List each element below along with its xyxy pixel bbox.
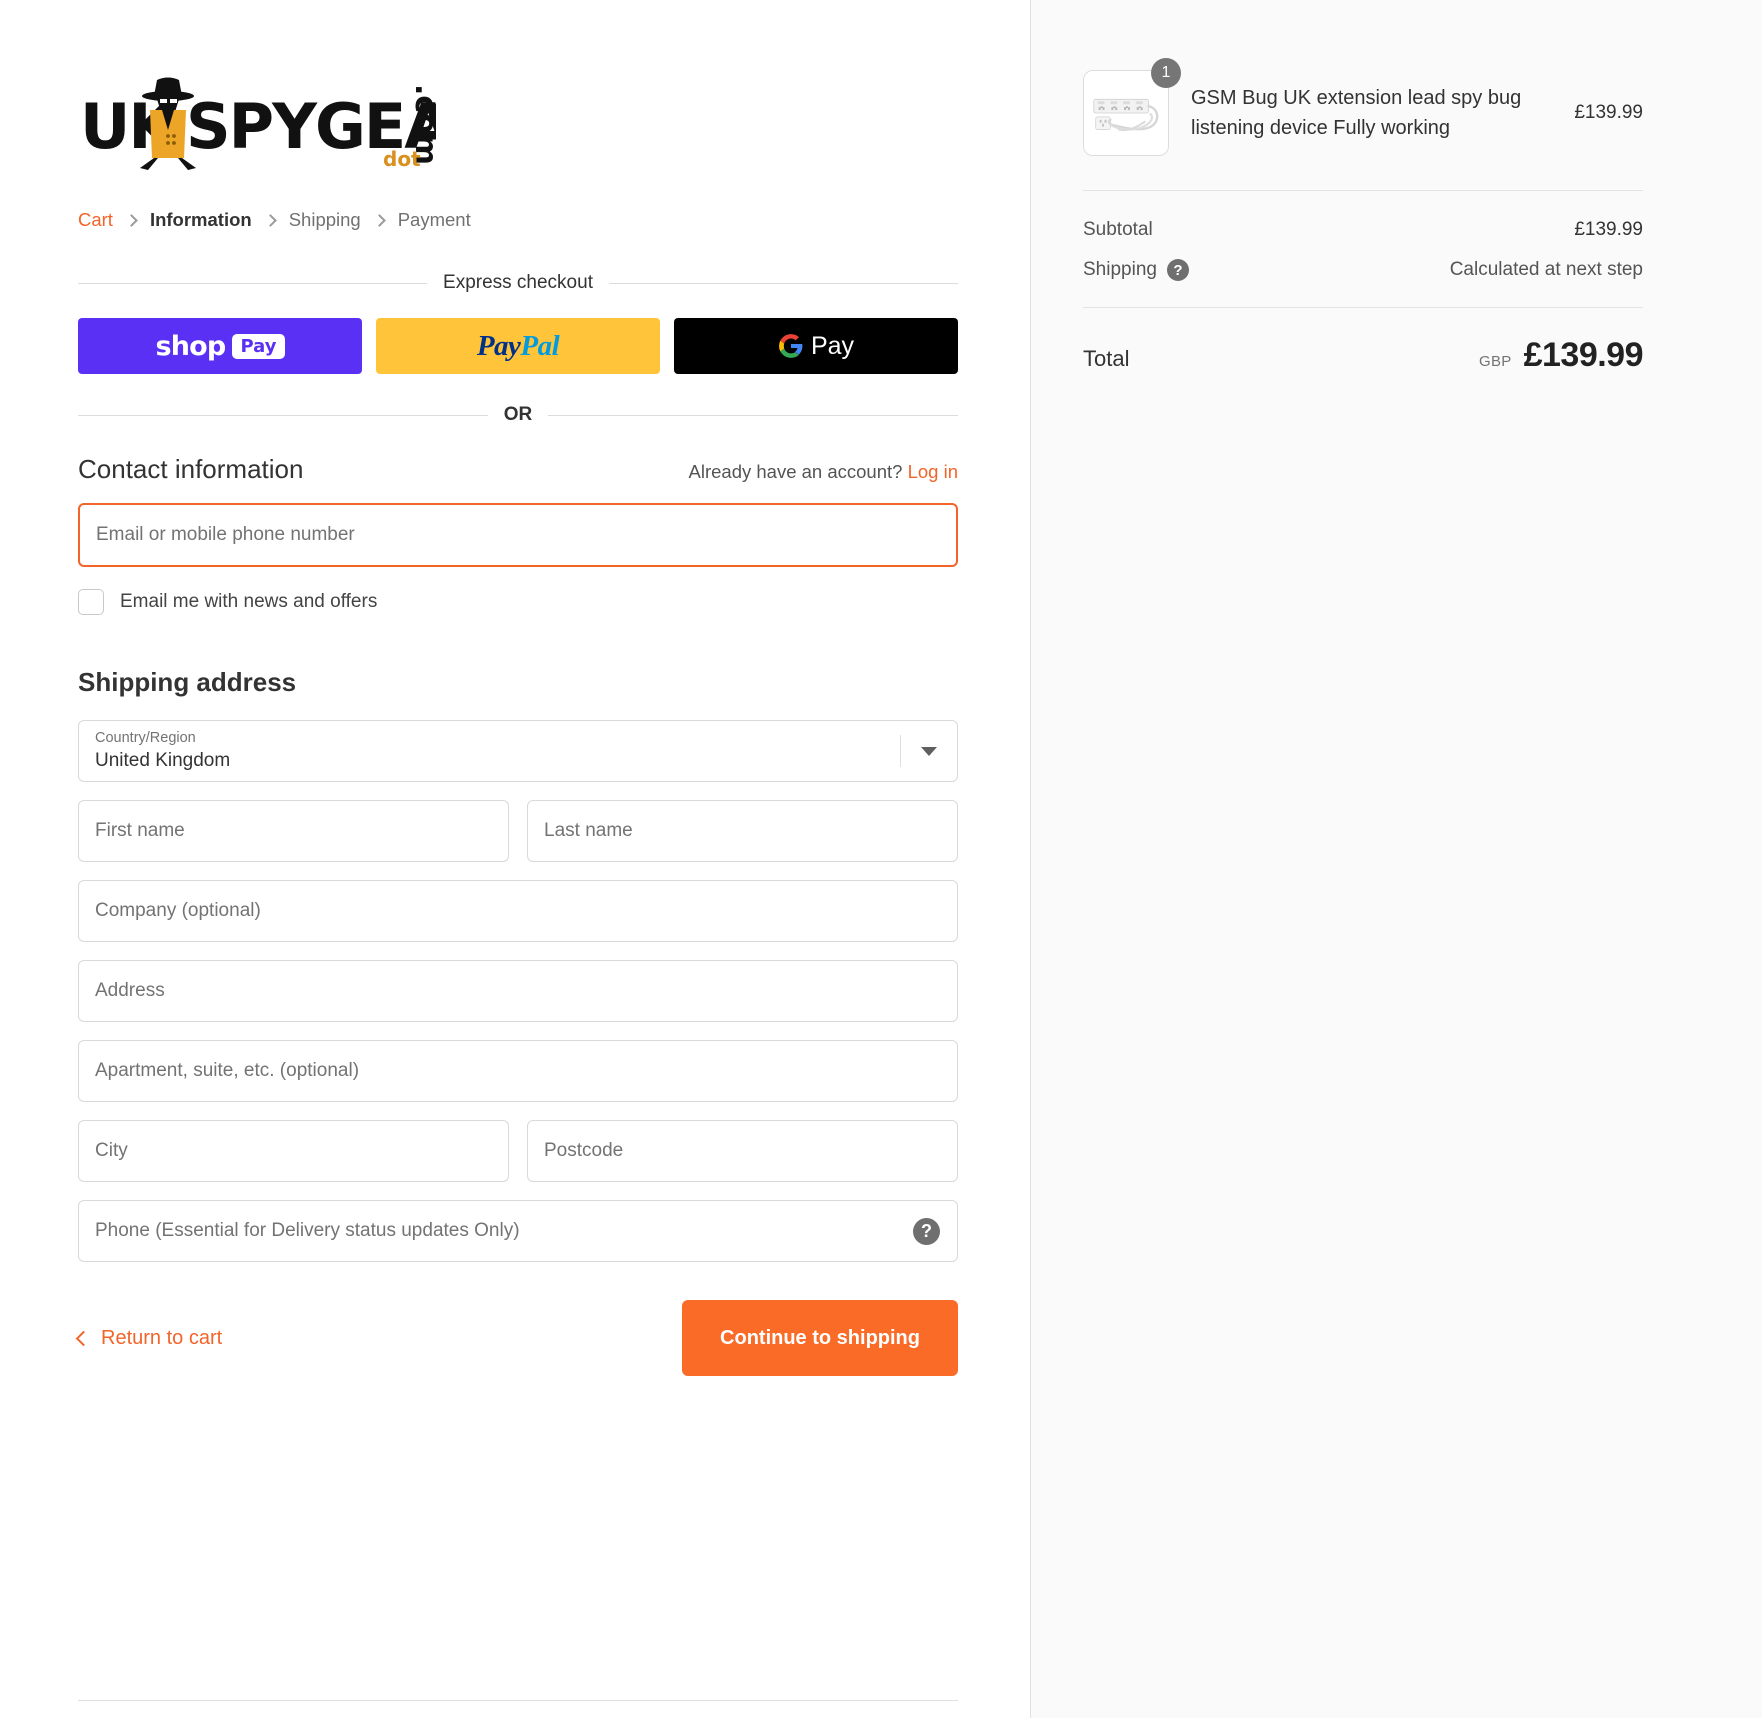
- paypal-wordmark-pay: Pay: [476, 329, 521, 362]
- last-name-input[interactable]: [544, 820, 941, 842]
- svg-text:dot: dot: [383, 147, 421, 171]
- express-checkout-label: Express checkout: [443, 272, 593, 293]
- name-fields-row: [78, 800, 958, 862]
- login-link[interactable]: Log in: [908, 461, 958, 482]
- apartment-field[interactable]: [78, 1040, 958, 1102]
- newsletter-checkbox[interactable]: [78, 589, 104, 615]
- paypal-wordmark-pal: Pal: [520, 329, 560, 362]
- subtotal-value: £139.99: [1574, 219, 1643, 240]
- breadcrumb-item-payment: Payment: [397, 209, 471, 230]
- question-mark-icon[interactable]: ?: [1166, 259, 1189, 281]
- city-postcode-row: [78, 1120, 958, 1182]
- google-pay-wordmark: Pay: [810, 331, 855, 360]
- product-price: £139.99: [1574, 102, 1643, 123]
- product-title: GSM Bug UK extension lead spy bug listen…: [1191, 87, 1522, 139]
- divider-line: [548, 414, 958, 416]
- subtotal-row: Subtotal £139.99: [1083, 219, 1643, 241]
- total-label: Total: [1083, 346, 1130, 371]
- breadcrumb-item-information: Information: [149, 209, 252, 230]
- breadcrumb: Cart Information Shipping Payment: [78, 208, 958, 232]
- country-region-select[interactable]: Country/Region United Kingdom: [78, 720, 958, 782]
- footer-divider: [78, 1700, 958, 1701]
- continue-to-shipping-button[interactable]: Continue to shipping: [682, 1300, 958, 1376]
- site-logo[interactable]: UK SPYGEA .com dot: [78, 66, 436, 182]
- breadcrumb-item-cart[interactable]: Cart: [78, 209, 113, 231]
- return-to-cart-label: Return to cart: [101, 1326, 223, 1349]
- shipping-address-title: Shipping address: [78, 667, 297, 697]
- company-field[interactable]: [78, 880, 958, 942]
- divider-line: [608, 282, 958, 284]
- chevron-down-icon[interactable]: [921, 747, 937, 756]
- select-divider: [900, 735, 901, 767]
- email-input[interactable]: [96, 524, 940, 546]
- shop-pay-button[interactable]: shop Pay: [78, 318, 362, 374]
- country-region-value: United Kingdom: [95, 750, 231, 771]
- or-divider: OR: [78, 404, 958, 426]
- apartment-input[interactable]: [95, 1060, 941, 1082]
- google-g-icon: [779, 334, 803, 358]
- express-checkout-heading: Express checkout: [78, 272, 958, 294]
- google-pay-button[interactable]: Pay: [674, 318, 958, 374]
- company-input[interactable]: [95, 900, 941, 922]
- chevron-right-icon: [263, 213, 277, 227]
- checkout-page: UK SPYGEA .com dot Cart Information Ship…: [0, 0, 1762, 1718]
- total-value: £139.99: [1523, 336, 1644, 374]
- question-mark-icon[interactable]: ?: [913, 1217, 940, 1245]
- address-input[interactable]: [95, 980, 941, 1002]
- city-input[interactable]: [95, 1140, 492, 1162]
- chevron-left-icon: [75, 1330, 92, 1346]
- email-field[interactable]: [78, 503, 958, 567]
- total-row: Total GBP £139.99: [1083, 308, 1644, 375]
- account-prompt: Already have an account? Log in: [689, 461, 958, 483]
- shipping-label: Shipping: [1083, 259, 1157, 280]
- contact-information-title: Contact information: [78, 454, 304, 484]
- shop-pay-wordmark: shop: [155, 330, 226, 362]
- subtotal-label: Subtotal: [1083, 219, 1153, 240]
- postcode-input[interactable]: [544, 1140, 941, 1162]
- contact-information-header: Contact information Already have an acco…: [78, 454, 958, 485]
- breadcrumb-item-shipping: Shipping: [288, 209, 361, 230]
- order-line-item: 1 GSM Bug UK extension lead spy bug list…: [1083, 58, 1643, 190]
- paypal-button[interactable]: Pay Pal: [376, 318, 660, 374]
- total-currency: GBP: [1479, 353, 1512, 370]
- order-summary-column: 1 GSM Bug UK extension lead spy bug list…: [1031, 0, 1762, 1718]
- chevron-right-icon: [125, 213, 138, 227]
- phone-field[interactable]: ?: [78, 1200, 958, 1262]
- checkout-main-column: UK SPYGEA .com dot Cart Information Ship…: [0, 0, 1031, 1718]
- last-name-field[interactable]: [527, 800, 958, 862]
- divider-line: [78, 282, 428, 284]
- express-checkout-buttons: shop Pay Pay Pal Pay: [78, 318, 958, 374]
- quantity-badge: 1: [1151, 58, 1181, 88]
- shipping-value: Calculated at next step: [1449, 259, 1643, 280]
- address-field[interactable]: [78, 960, 958, 1022]
- first-name-input[interactable]: [95, 820, 492, 842]
- account-prompt-text: Already have an account?: [688, 461, 903, 482]
- newsletter-optin-row: Email me with news and offers: [78, 589, 958, 615]
- return-to-cart-link[interactable]: Return to cart: [75, 1326, 223, 1350]
- form-actions: Return to cart Continue to shipping: [75, 1300, 958, 1376]
- postcode-field[interactable]: [527, 1120, 958, 1182]
- phone-input[interactable]: [95, 1220, 941, 1242]
- shop-pay-chip: Pay: [232, 333, 285, 359]
- country-region-label: Country/Region: [95, 730, 196, 746]
- divider-line: [78, 414, 488, 416]
- summary-rows: Subtotal £139.99 Shipping ? Calculated a…: [1083, 191, 1643, 307]
- ukspygear-logo-icon: UK SPYGEA .com dot: [78, 66, 436, 182]
- first-name-field[interactable]: [78, 800, 509, 862]
- newsletter-label[interactable]: Email me with news and offers: [120, 591, 377, 613]
- or-label: OR: [503, 404, 533, 425]
- shipping-row: Shipping ? Calculated at next step: [1083, 259, 1643, 281]
- product-thumbnail-wrapper: 1: [1083, 58, 1181, 156]
- city-field[interactable]: [78, 1120, 509, 1182]
- chevron-right-icon: [372, 213, 386, 227]
